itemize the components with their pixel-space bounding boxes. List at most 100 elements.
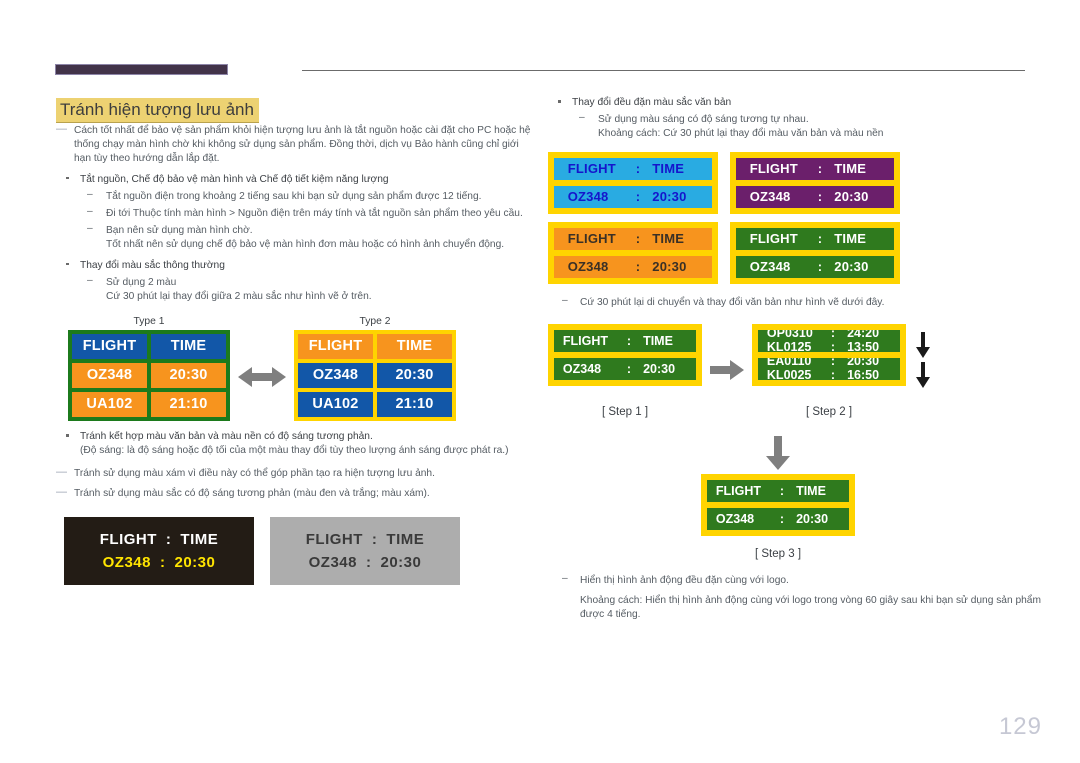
step1-line1: FLIGHT : TIME [554,329,696,352]
dash-icon: – [579,112,585,124]
step3-sep2: : [779,511,785,526]
panel-purple-sep2: : [817,189,823,205]
dash-icon: – [562,294,568,306]
banner-dark-flight-label: FLIGHT [99,531,157,549]
step2-b2r2-flight: KL0025 [766,367,812,380]
panel-orange-line1: FLIGHT : TIME [554,227,712,250]
sub-move-text-label: Cứ 30 phút lại di chuyển và thay đổi văn… [580,296,885,308]
step3-line2: OZ348 : 20:30 [707,507,849,530]
panel-purple-line2: OZ348 : 20:30 [736,185,894,208]
panel-purple-flight-label: FLIGHT [749,161,798,177]
dash-icon: – [87,188,93,200]
cell-flight-1: UA102 [298,392,373,418]
cell-flight-0: OZ348 [298,363,373,389]
step3-time-label: TIME [796,483,826,498]
banner-gray-line1: FLIGHT : TIME [306,531,425,548]
color-variant-panels: FLIGHT : TIME OZ348 : 20:30 FLIGHT : TIM… [548,151,1048,284]
step1-line2: OZ348 : 20:30 [554,357,696,380]
step3-sep1: : [779,483,785,498]
table-row: FLIGHT TIME [298,334,452,360]
step-diagram-row2: FLIGHT : TIME OZ348 : 20:30 [ Step 3 ] [548,435,1048,568]
type2-label: Type 2 [359,316,391,328]
bullet-dot-icon [66,262,69,266]
panel-cyan-time-value: 20:30 [652,189,687,205]
note-avoid-contrast-colors: — Tránh sử dụng màu sắc có độ sáng tương… [56,486,534,501]
step2-b1r2-time: 13:50 [847,339,880,352]
banner-gray-flight-label: FLIGHT [305,531,363,549]
arrow-down-icon [916,331,930,358]
panel-green-line1: FLIGHT : TIME [736,227,894,250]
sub-bright-colors-text: Sử dụng màu sáng có độ sáng tương tự nha… [598,114,809,126]
step2-bar2-row1: EA0110 : 20:30 [767,358,891,368]
sub-display-properties: – Đi tới Thuộc tính màn hình > Nguồn điệ… [80,206,534,221]
panel-cyan-sep2: : [635,189,641,205]
dash-icon: – [562,572,568,584]
sub-power-2h: – Tắt nguồn điện trong khoảng 2 tiếng sa… [80,188,534,204]
table-row: OZ348 20:30 [72,363,226,389]
note-best-practice-text: Cách tốt nhất để bảo vệ sản phẩm khỏi hi… [74,125,531,165]
sub-bright-colors-cont: Khoảng cách: Cứ 30 phút lại thay đổi màu… [598,128,884,140]
cell-time-1: 21:10 [377,392,452,418]
step2-bar2: EA0110 : 20:30 KL0025 : 16:50 [758,357,900,380]
cell-flight-0: OZ348 [72,363,147,389]
panel-orange-time-value: 20:30 [652,259,687,275]
note-best-practice: — Cách tốt nhất để bảo vệ sản phẩm khỏi … [56,123,534,167]
step3-panel: FLIGHT : TIME OZ348 : 20:30 [701,473,855,536]
banner-dark: FLIGHT : TIME OZ348 : 20:30 [64,517,254,586]
type1-flight-table: FLIGHT TIME OZ348 20:30 UA102 21:10 [68,330,230,422]
sub-screensaver-text: Bạn nên sử dụng màn hình chờ. [106,225,253,237]
step3-flight-value: OZ348 [715,511,755,526]
sub-logo-animation: – Hiển thị hình ảnh động đều đặn cùng vớ… [548,572,1048,623]
panel-cyan-line1: FLIGHT : TIME [554,157,712,180]
banner-gray-sep2: : [365,554,372,572]
contrast-example-figure: FLIGHT : TIME OZ348 : 20:30 FLIGHT : TIM… [56,517,534,587]
note-avoid-contrast-colors-text: Tránh sử dụng màu sắc có độ sáng tương p… [74,487,430,499]
step3-flight-label: FLIGHT [715,483,762,498]
arrow-right-icon [710,359,744,380]
cell-time-header: TIME [377,334,452,360]
step1-sep1: : [626,333,632,348]
panel-cyan-flight-label: FLIGHT [567,161,616,177]
bullet-text-color-change: Thay đổi đều đặn màu sắc văn bản – Sử dụ… [548,96,1048,142]
bullet-power-off-text: Tắt nguồn, Chế độ bảo vệ màn hình và Chế… [80,173,389,185]
step2-b2r2-sep: : [830,367,836,380]
panel-cyan-time-label: TIME [652,161,685,177]
banner-dark-line1: FLIGHT : TIME [100,531,219,548]
banner-gray-sep1: : [371,531,378,549]
sub-move-text: – Cứ 30 phút lại di chuyển và thay đổi v… [548,294,1048,310]
panel-green-sep1: : [817,231,823,247]
cell-time-0: 20:30 [151,363,226,389]
panel-purple-time-value: 20:30 [834,189,869,205]
panel-orange: FLIGHT : TIME OZ348 : 20:30 [548,221,718,284]
panel-green-sep2: : [817,259,823,275]
cell-flight-1: UA102 [72,392,147,418]
sub-bright-colors: – Sử dụng màu sáng có độ sáng tương tự n… [572,112,1048,141]
panel-orange-line2: OZ348 : 20:30 [554,255,712,278]
cell-flight-header: FLIGHT [298,334,373,360]
panel-green-time-label: TIME [834,231,867,247]
step2-caption: [ Step 2 ] [805,405,853,418]
step-diagram-row1: FLIGHT : TIME OZ348 : 20:30 OP0310 : 24:… [548,318,1048,448]
panel-green-flight-value: OZ348 [749,259,791,275]
panel-purple-sep1: : [817,161,823,177]
step2-b1r2-sep: : [830,339,836,352]
step2-bar1-row2: KL0125 : 13:50 [767,340,891,352]
panel-orange-flight-value: OZ348 [567,259,609,275]
panel-green: FLIGHT : TIME OZ348 : 20:30 [730,221,900,284]
bullet-text-color-change-text: Thay đổi đều đặn màu sắc văn bản [572,97,732,108]
banner-dark-time-label: TIME [180,531,219,549]
bullet-color-change-text: Thay đổi màu sắc thông thường [80,259,225,271]
left-column: — Cách tốt nhất để bảo vệ sản phẩm khỏi … [56,123,534,587]
step1-caption: [ Step 1 ] [601,405,649,418]
step3-time-value: 20:30 [796,511,829,526]
step1-panel: FLIGHT : TIME OZ348 : 20:30 [548,323,702,386]
dash-icon: – [87,274,93,286]
step2-b1r1-sep: : [830,329,836,340]
bullet-avoid-contrast: Tránh kết hợp màu văn bản và màu nền có … [56,430,534,458]
panel-orange-time-label: TIME [652,231,685,247]
header-accent-block [55,64,228,75]
step2-b2r1-flight: EA0110 [766,357,812,368]
panel-purple: FLIGHT : TIME OZ348 : 20:30 [730,151,900,214]
panel-purple-time-label: TIME [834,161,867,177]
step2-bar2-row2: KL0025 : 16:50 [767,368,891,380]
